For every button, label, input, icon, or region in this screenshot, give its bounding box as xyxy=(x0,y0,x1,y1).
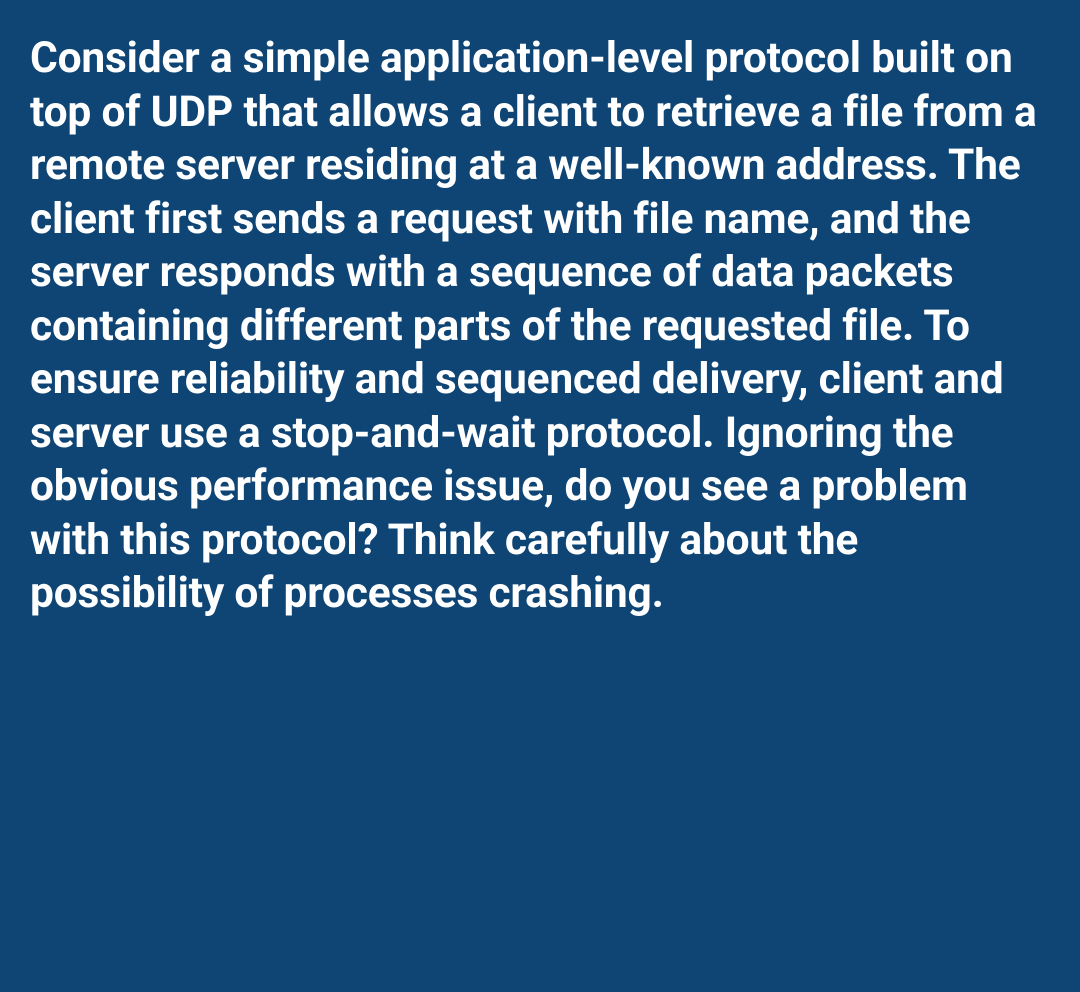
question-text: Consider a simple application-level prot… xyxy=(30,32,1050,621)
